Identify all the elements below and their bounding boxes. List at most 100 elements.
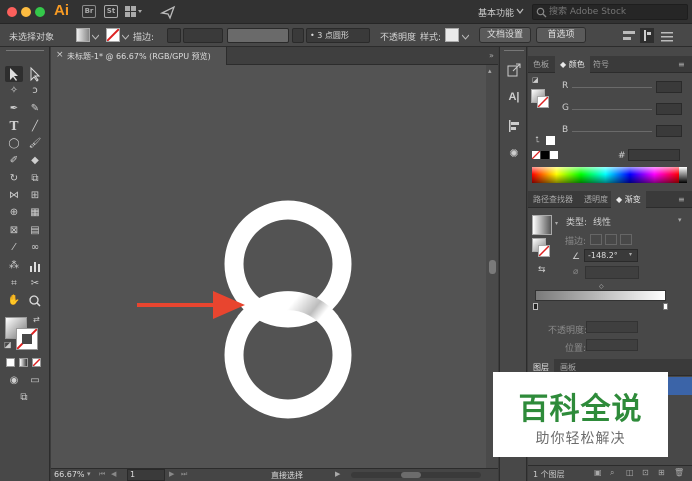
- eyedropper-tool-icon[interactable]: ⁄: [5, 240, 23, 256]
- channel-g-slider[interactable]: [572, 109, 652, 110]
- tab-gradient[interactable]: ◆ 渐变: [611, 191, 646, 208]
- panel-options-icon[interactable]: ≡: [678, 60, 685, 69]
- line-segment-tool-icon[interactable]: ╱: [26, 119, 44, 135]
- stroke-color-swatch[interactable]: [16, 328, 38, 350]
- channel-r-input[interactable]: [656, 81, 682, 93]
- document-tab[interactable]: × 未标题-1* @ 66.67% (RGB/GPU 预览): [51, 47, 227, 65]
- align-panel-icon[interactable]: [507, 119, 521, 133]
- export-layer-icon[interactable]: ▣: [594, 468, 602, 477]
- horizontal-scrollbar-thumb[interactable]: [401, 472, 421, 478]
- artboard-canvas[interactable]: [51, 65, 486, 468]
- export-icon[interactable]: [507, 63, 521, 77]
- gradient-slider[interactable]: [535, 290, 666, 301]
- zoom-window-button[interactable]: [35, 7, 45, 17]
- sun-appearance-icon[interactable]: ✺: [507, 147, 521, 161]
- channel-b-slider[interactable]: [572, 131, 652, 132]
- column-graph-tool-icon[interactable]: [26, 258, 44, 274]
- direct-selection-tool-icon[interactable]: [26, 66, 44, 82]
- gradient-mode-icon[interactable]: [19, 358, 28, 367]
- new-layer-icon[interactable]: ⊞: [658, 468, 665, 477]
- publish-icon[interactable]: [159, 4, 176, 20]
- clipping-mask-icon[interactable]: ◫: [626, 468, 634, 477]
- hex-input[interactable]: [628, 149, 680, 161]
- out-of-gamut-icon[interactable]: ⮤: [535, 135, 540, 145]
- close-window-button[interactable]: [7, 7, 17, 17]
- gradient-stop-left[interactable]: [533, 303, 538, 310]
- none-mode-icon[interactable]: [32, 358, 41, 367]
- shaper-tool-icon[interactable]: ✐: [5, 153, 23, 169]
- selection-tool-icon[interactable]: [5, 66, 23, 82]
- stop-opacity-input[interactable]: [586, 321, 638, 333]
- chevron-down-icon[interactable]: ▾: [629, 251, 632, 258]
- chevron-down-icon[interactable]: ▾: [555, 220, 558, 227]
- first-artboard-icon[interactable]: ⏮: [99, 470, 105, 479]
- zoom-level[interactable]: 66.67%: [54, 470, 85, 479]
- change-screen-mode-icon[interactable]: ⧉: [15, 390, 33, 406]
- horizontal-scrollbar[interactable]: [351, 472, 481, 478]
- panel-options-icon[interactable]: ≡: [678, 195, 685, 204]
- stroke-weight-input[interactable]: [183, 28, 223, 43]
- scroll-up-icon[interactable]: ▴: [488, 67, 492, 75]
- tab-swatches[interactable]: 色板: [528, 56, 554, 73]
- lasso-tool-icon[interactable]: ↄ: [26, 83, 44, 99]
- fill-swatch[interactable]: [76, 28, 90, 42]
- stock-search-box[interactable]: [532, 4, 688, 20]
- search-input[interactable]: [549, 6, 681, 18]
- pen-tool-icon[interactable]: ✒: [5, 101, 23, 117]
- zoom-tool-icon[interactable]: [26, 293, 44, 309]
- default-fill-stroke-icon[interactable]: ◪: [4, 340, 12, 349]
- locate-object-icon[interactable]: ⌕: [610, 468, 614, 478]
- grayscale-spectrum[interactable]: [679, 167, 687, 183]
- toolbar-grip[interactable]: [6, 50, 44, 54]
- chevron-down-icon[interactable]: ▾: [678, 216, 682, 224]
- eraser-tool-icon[interactable]: ◆: [26, 153, 44, 169]
- screen-mode-icon[interactable]: ▭: [26, 373, 44, 389]
- default-colors-icon[interactable]: ◪: [532, 76, 539, 84]
- shape-builder-tool-icon[interactable]: ⊕: [5, 205, 23, 221]
- character-panel-icon[interactable]: A|: [507, 91, 521, 105]
- gradient-stop-right[interactable]: [663, 303, 668, 310]
- gradient-midpoint-diamond[interactable]: ◇: [599, 283, 604, 290]
- perspective-grid-tool-icon[interactable]: ▦: [26, 205, 44, 221]
- stroke-weight-stepper[interactable]: [167, 28, 181, 43]
- stop-position-input[interactable]: [586, 339, 638, 351]
- ellipse-tool-icon[interactable]: ◯: [5, 136, 23, 152]
- scrollbar-thumb[interactable]: [489, 260, 496, 274]
- mesh-tool-icon[interactable]: ⊠: [5, 223, 23, 239]
- minimize-window-button[interactable]: [21, 7, 31, 17]
- next-artboard-icon[interactable]: ▶: [169, 470, 174, 478]
- none-color-chip[interactable]: [531, 150, 541, 160]
- graphic-style-swatch[interactable]: [445, 28, 459, 42]
- channel-g-input[interactable]: [656, 103, 682, 115]
- close-tab-icon[interactable]: ×: [56, 50, 64, 60]
- delete-layer-icon[interactable]: 🗑: [674, 468, 684, 477]
- gradient-tool-icon[interactable]: ▤: [26, 223, 44, 239]
- chevron-down-icon[interactable]: [292, 28, 304, 43]
- color-mode-icon[interactable]: [6, 358, 15, 367]
- stock-icon[interactable]: St: [104, 5, 118, 18]
- curvature-tool-icon[interactable]: ✎: [26, 101, 44, 117]
- black-color-chip[interactable]: [541, 151, 549, 159]
- gradient-stroke-swatch[interactable]: [538, 245, 550, 257]
- channel-b-input[interactable]: [656, 125, 682, 137]
- tab-transparency[interactable]: 透明度: [579, 191, 613, 208]
- aspect-ratio-input[interactable]: [585, 266, 639, 279]
- channel-r-slider[interactable]: [572, 87, 652, 88]
- color-stroke-swatch[interactable]: [537, 96, 549, 108]
- scale-tool-icon[interactable]: ⧉: [26, 171, 44, 187]
- type-tool-icon[interactable]: T: [5, 119, 23, 135]
- strip-grip[interactable]: [504, 50, 524, 53]
- paintbrush-tool-icon[interactable]: 🖌: [26, 136, 44, 152]
- swap-fill-stroke-icon[interactable]: ⇄: [33, 315, 40, 324]
- stroke-swatch[interactable]: [106, 28, 120, 42]
- stroke-across-icon[interactable]: [620, 234, 632, 245]
- variable-width-profile[interactable]: [227, 28, 289, 43]
- new-sublayer-icon[interactable]: ⊡: [642, 468, 649, 477]
- bridge-icon[interactable]: Br: [82, 5, 96, 18]
- stroke-along-icon[interactable]: [605, 234, 617, 245]
- last-artboard-icon[interactable]: ⏭: [181, 470, 187, 479]
- chevron-down-icon[interactable]: [461, 33, 470, 40]
- reverse-gradient-icon[interactable]: ⇆: [538, 265, 546, 275]
- chevron-down-icon[interactable]: [121, 33, 130, 40]
- tab-color[interactable]: ◆ 颜色: [555, 56, 590, 73]
